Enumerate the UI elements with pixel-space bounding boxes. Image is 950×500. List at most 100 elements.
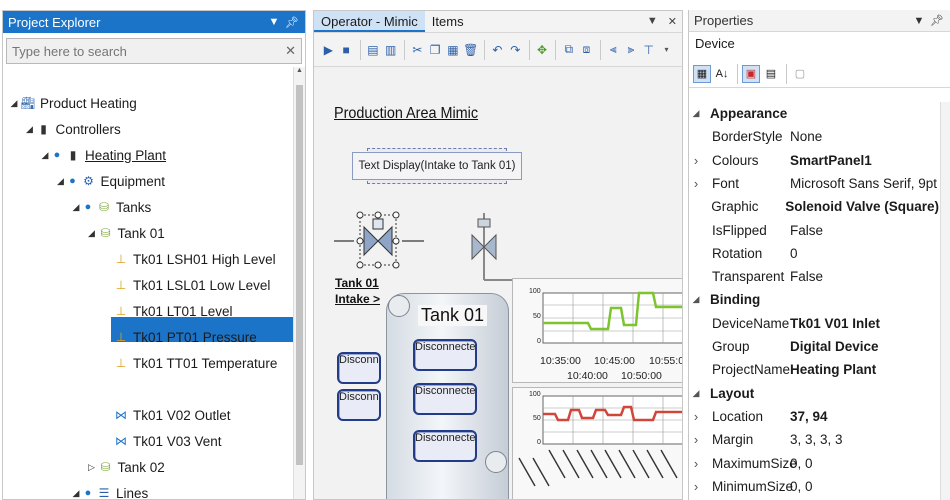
text-display-widget[interactable]: Text Display(Intake to Tank 01) [352,148,522,184]
property-row[interactable]: › Location 37, 94 [689,405,939,428]
property-row[interactable]: › Colours SmartPanel1 [689,149,939,172]
property-category[interactable]: ◢ Appearance [689,102,939,125]
property-value[interactable]: Microsoft Sans Serif, 9pt [788,176,937,191]
property-row[interactable]: Rotation 0 [689,242,939,265]
property-row[interactable]: IsFlipped False [689,219,939,242]
paste-icon[interactable]: ▦ [445,41,462,58]
tree-item[interactable]: ⊥ Tk01 PT01 Pressure [101,324,257,350]
property-pages-icon[interactable]: ▢ [791,65,809,83]
redo-icon[interactable]: ↷ [507,41,524,58]
collapse-arrow-icon[interactable]: ◢ [689,108,703,119]
disconnected-indicator[interactable]: Disconnected [337,352,381,384]
collapse-arrow-icon[interactable]: ◢ [8,98,20,109]
selected-valve[interactable] [334,211,424,269]
tree-item[interactable]: ⊥ Tk01 LT01 Level [101,298,233,324]
property-value[interactable]: None [788,129,822,144]
property-row[interactable]: › Font Microsoft Sans Serif, 9pt [689,172,939,195]
property-value[interactable]: 0, 0 [788,479,813,494]
run-icon[interactable]: ▶ [320,41,337,58]
align-left-icon[interactable]: ⫷ [605,41,622,58]
property-row[interactable]: Graphic Solenoid Valve (Square) [689,195,939,218]
tree-item[interactable]: ◢ ● ⛁ Tanks [70,194,152,220]
clear-search-icon[interactable]: ✕ [285,43,296,59]
property-value[interactable]: Tk01 V01 Inlet [788,316,880,331]
tab-dropdown-icon[interactable]: ▼ [642,11,663,32]
group-icon[interactable]: ⧉ [560,41,577,58]
undo-icon[interactable]: ↶ [489,41,506,58]
categorized-icon[interactable]: ▦ [693,64,711,83]
tree-item[interactable]: ◢ 🏭︎ Product Heating [8,90,137,116]
tree-item[interactable]: ⊥ Tk01 LSL01 Low Level [101,272,271,298]
expand-arrow-icon[interactable]: › [689,176,703,191]
property-row[interactable]: › MaximumSize 0, 0 [689,452,939,475]
property-value[interactable]: False [788,269,823,284]
tree-item[interactable]: ◢ ▮ Controllers [24,116,121,142]
property-row[interactable]: Group Digital Device [689,335,939,358]
copy-icon[interactable]: ❐ [427,41,444,58]
toolbar-overflow-icon[interactable]: ▾ [658,41,675,58]
close-tab-icon[interactable]: ✕ [663,11,682,32]
snap-icon[interactable]: ✥ [534,41,551,58]
expand-arrow-icon[interactable]: › [689,409,703,424]
properties-view-icon[interactable]: ▣ [742,64,760,83]
pin-icon[interactable]: 📌︎ [284,16,300,29]
expand-arrow-icon[interactable]: › [689,153,703,168]
tree-item[interactable]: ◢ ● ▮ Heating Plant [39,142,167,168]
property-value[interactable]: 3, 3, 3, 3 [788,432,843,447]
align-top-icon[interactable]: ⊤ [640,41,657,58]
save-icon[interactable]: ▤ [365,41,382,58]
property-value[interactable]: Solenoid Valve (Square) [783,199,939,214]
property-value[interactable]: False [788,223,823,238]
tree-item[interactable]: ◢ ● ⚙ Equipment [55,168,165,194]
collapse-arrow-icon[interactable]: ◢ [86,228,98,239]
tree-item[interactable]: ◢ ⛁ Tank 01 [86,220,165,246]
dropdown-icon[interactable]: ▼ [266,16,282,28]
disconnected-indicator[interactable]: Disconnected [413,383,477,415]
expand-arrow-icon[interactable]: › [689,456,703,471]
property-value[interactable]: SmartPanel1 [788,153,872,168]
collapse-arrow-icon[interactable]: ◢ [689,294,703,305]
mimic-canvas[interactable]: Production Area Mimic Text Display(Intak… [314,69,682,499]
align-center-icon[interactable]: ⫸ [623,41,640,58]
collapse-arrow-icon[interactable]: ◢ [689,388,703,399]
alphabetical-icon[interactable]: A↓ [713,65,731,83]
property-row[interactable]: DeviceName Tk01 V01 Inlet [689,312,939,335]
property-grid-scrollbar[interactable] [940,102,950,500]
trend-chart-temperature[interactable]: 100 50 0 [512,387,682,499]
scroll-up-icon[interactable]: ▲ [294,67,305,79]
property-value[interactable]: 37, 94 [788,409,828,424]
dropdown-icon[interactable]: ▼ [911,15,927,27]
cut-icon[interactable]: ✂ [409,41,426,58]
property-category[interactable]: ◢ Binding [689,288,939,311]
collapse-arrow-icon[interactable]: ◢ [70,488,82,499]
ungroup-icon[interactable]: ⧈ [578,41,595,58]
tab-operator-mimic[interactable]: Operator - Mimic [314,11,425,32]
property-row[interactable]: BorderStyle None [689,125,939,148]
property-category[interactable]: ◢ Layout [689,382,939,405]
tree-item[interactable]: ⋈ Tk01 V03 Vent [101,428,222,454]
disconnected-indicator[interactable]: Disconnected [413,339,477,371]
collapse-arrow-icon[interactable]: ◢ [70,202,82,213]
tab-items[interactable]: Items [425,11,471,32]
pin-icon[interactable]: 📌︎ [929,14,945,27]
trend-chart-level[interactable]: 100 50 0 10:35:00 10:45:00 10:55:00 10:4… [512,278,682,383]
property-row[interactable]: ProjectName Heating Plant [689,358,939,381]
property-row[interactable]: Transparent False [689,265,939,288]
save-as-icon[interactable]: ▥ [382,41,399,58]
vent-valve[interactable] [471,213,514,281]
property-value[interactable]: 0, 0 [788,456,813,471]
expand-arrow-icon[interactable]: ▷ [86,462,98,473]
collapse-arrow-icon[interactable]: ◢ [24,124,36,135]
tree-item[interactable]: ⋈ Tk01 V02 Outlet [101,402,231,428]
tree-item[interactable]: ▷ ⛁ Tank 02 [86,454,165,480]
disconnected-indicator[interactable]: Disconnected [337,389,381,421]
property-row[interactable]: › Margin 3, 3, 3, 3 [689,428,939,451]
collapse-arrow-icon[interactable]: ◢ [39,150,51,161]
tree-item[interactable]: ⋈ Tk01 V01 Inlet [101,376,220,402]
events-icon[interactable]: ▤ [762,65,780,83]
stop-icon[interactable]: ■ [338,41,355,58]
tree-scrollbar[interactable]: ▲ [293,67,305,499]
property-value[interactable]: Digital Device [788,339,879,354]
property-value[interactable]: 0 [788,246,798,261]
tree-item[interactable]: ⊥ Tk01 TT01 Temperature [101,350,278,376]
